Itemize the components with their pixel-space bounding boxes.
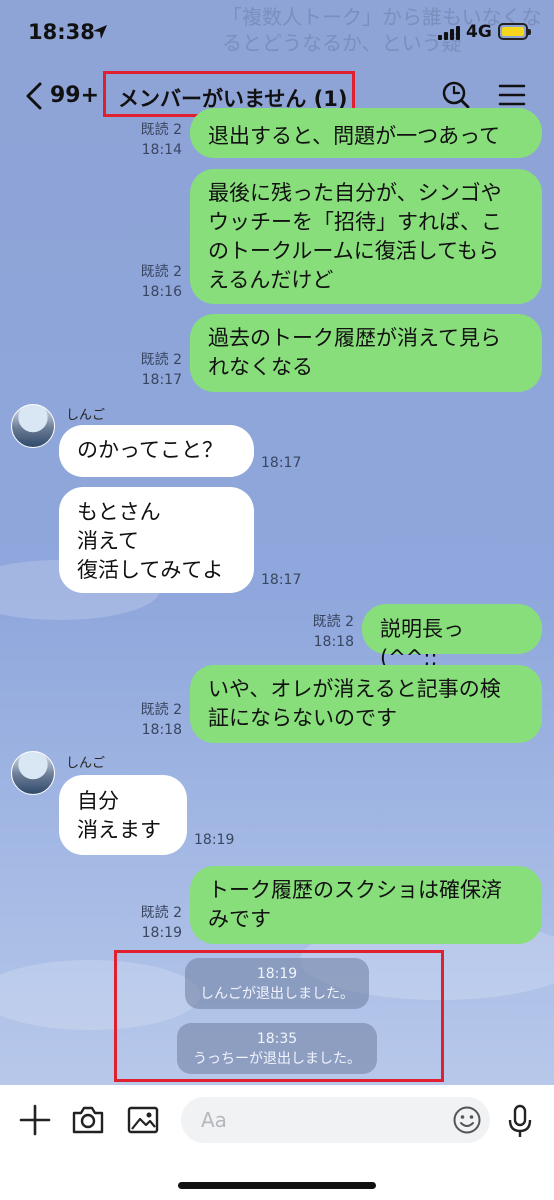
incoming-bubble[interactable]: もとさん 消えて 復活してみてよ [59,487,254,593]
outgoing-bubble[interactable]: 過去のトーク履歴が消えて見ら れなくなる [190,314,542,392]
image-icon[interactable] [125,1102,161,1138]
outgoing-bubble[interactable]: 説明長っ (^^;; [362,604,542,670]
plus-icon[interactable] [17,1102,53,1138]
message-time: 18:17 [261,455,302,471]
network-type: 4G [466,22,492,42]
message-text: 最後に残った自分が、シンゴや [208,181,502,205]
message-time: 18:18 [141,722,182,738]
message-time: 18:19 [194,832,235,848]
message-text: れなくなる [208,355,313,379]
message-text: 退出すると、問題が一つあって [208,124,501,148]
message-text: えるんだけど [208,268,334,292]
read-receipt: 既読 2 [140,905,182,921]
read-receipt: 既読 2 [312,614,354,630]
message-text: 復活してみてよ [77,558,224,582]
avatar[interactable] [11,404,55,448]
message-time: 18:17 [141,372,182,388]
message-text: もとさん [77,500,161,524]
message-text: トーク履歴のスクショは確保済 [208,878,502,902]
read-receipt: 既読 2 [140,264,182,280]
system-message-text: うっちーが退出しました。 [193,1051,361,1067]
message-time: 18:17 [261,572,302,588]
read-receipt: 既読 2 [140,702,182,718]
unread-count[interactable]: 99+ [50,83,99,108]
system-message-text: しんごが退出しました。 [200,986,354,1002]
read-receipt: 既読 2 [140,352,182,368]
sender-name: しんご [66,408,106,423]
incoming-bubble[interactable]: のかってこと？ [59,425,254,477]
system-message-time: 18:19 [256,966,298,982]
message-text: ウッチーを「招待」すれば、こ [208,210,502,234]
outgoing-bubble[interactable]: いや、オレが消えると記事の検 証にならないのです [190,665,542,743]
system-message-time: 18:35 [256,1031,298,1047]
microphone-icon[interactable] [505,1103,535,1139]
message-input[interactable] [181,1097,490,1143]
message-time: 18:14 [141,142,182,158]
message-text: 自分 [77,789,119,813]
message-time: 18:18 [313,634,354,650]
signal-icon [438,26,460,40]
system-message: 18:19 しんごが退出しました。 [185,958,369,1009]
message-text: みです [208,907,271,931]
outgoing-bubble[interactable]: 退出すると、問題が一つあって [190,108,542,158]
menu-icon[interactable] [497,80,527,110]
message-text: 証にならないのです [208,706,397,730]
message-text: いや、オレが消えると記事の検 [208,677,501,701]
avatar[interactable] [11,751,55,795]
message-text: 過去のトーク履歴が消えて見ら [208,326,501,350]
emoji-icon[interactable] [452,1105,482,1135]
incoming-bubble[interactable]: 自分 消えます [59,775,187,855]
search-icon[interactable] [441,80,471,110]
outgoing-bubble[interactable]: 最後に残った自分が、シンゴや ウッチーを「招待」すれば、こ のトークルームに復活… [190,169,542,304]
outgoing-bubble[interactable]: トーク履歴のスクショは確保済 みです [190,866,542,944]
system-message: 18:35 うっちーが退出しました。 [177,1023,377,1074]
status-bar: 「複数人トーク」から誰もいなくなるとどうなるか、という疑 18:38 4G [0,0,554,66]
message-text: のかってこと？ [77,438,223,462]
read-receipt: 既読 2 [140,122,182,138]
battery-icon [498,23,531,40]
message-time: 18:19 [141,925,182,941]
message-text: 消えます [77,818,161,842]
message-text: のトークルームに復活してもら [208,239,500,263]
location-arrow-icon [93,25,107,39]
sender-name: しんご [66,756,106,771]
message-time: 18:16 [141,284,182,300]
home-indicator[interactable] [178,1182,376,1189]
message-text: 消えて [77,529,139,553]
camera-icon[interactable] [70,1102,106,1138]
status-time: 18:38 [28,20,95,44]
